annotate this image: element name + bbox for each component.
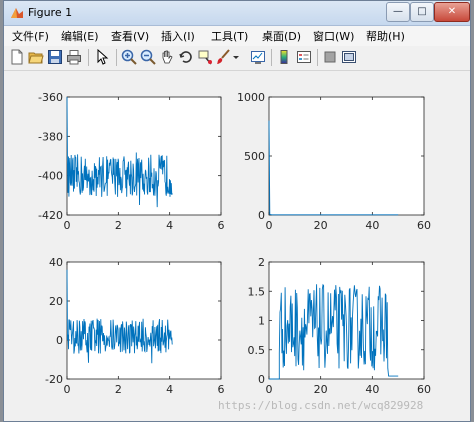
- toolbar-separator: [271, 49, 272, 66]
- x-tick-label: 0: [266, 383, 273, 396]
- y-tick-label: -20: [45, 373, 63, 386]
- zoom-out-icon[interactable]: [140, 49, 156, 65]
- x-tick-label: 40: [365, 219, 379, 232]
- new-figure-icon[interactable]: [9, 49, 25, 65]
- legend-icon[interactable]: [296, 49, 312, 65]
- menu-insert[interactable]: 插入(I): [161, 28, 195, 44]
- axes-box-top-left: [66, 96, 222, 216]
- zoom-in-icon[interactable]: [121, 49, 137, 65]
- x-tick-label: 0: [64, 383, 71, 396]
- x-tick-label: 2: [115, 219, 122, 232]
- rotate-3d-icon[interactable]: [178, 49, 194, 65]
- menu-help[interactable]: 帮助(H): [366, 28, 405, 44]
- menu-desktop[interactable]: 桌面(D): [262, 28, 301, 44]
- save-icon[interactable]: [47, 49, 63, 65]
- y-tick-label: 0: [56, 334, 63, 347]
- close-button[interactable]: ✕: [434, 2, 470, 22]
- brush-icon[interactable]: [216, 49, 232, 65]
- x-tick-label: 4: [166, 219, 173, 232]
- link-plot-icon[interactable]: [250, 49, 266, 65]
- y-tick-label: 2: [258, 256, 265, 269]
- y-tick-label: 0.5: [248, 344, 266, 357]
- y-tick-label: 1.5: [248, 285, 266, 298]
- x-tick-label: 4: [166, 383, 173, 396]
- x-tick-label: 20: [314, 219, 328, 232]
- menu-window[interactable]: 窗口(W): [313, 28, 354, 44]
- y-tick-label: 40: [49, 256, 63, 269]
- x-tick-label: 6: [218, 219, 225, 232]
- open-file-icon[interactable]: [28, 49, 44, 65]
- colorbar-icon[interactable]: [277, 49, 293, 65]
- y-tick-label: 1: [258, 315, 265, 328]
- maximize-button[interactable]: □: [410, 2, 434, 22]
- watermark-text: https://blog.csdn.net/wcq829928: [218, 399, 424, 412]
- matlab-figure-icon: [11, 8, 23, 18]
- pan-icon[interactable]: [159, 49, 175, 65]
- toolbar-separator: [317, 49, 318, 66]
- figure-canvas: 0 2 4 6 -360 -380 -400 -420 0 20 40 60 0 500 1000 0 2 4 6 4…: [4, 71, 470, 421]
- menu-bar: 文件(F) 编辑(E) 查看(V) 插入(I) 工具(T) 桌面(D) 窗口(W…: [4, 26, 470, 46]
- toolbar-separator: [116, 49, 117, 66]
- figure-window: Figure 1 — □ ✕ 文件(F) 编辑(E) 查看(V) 插入(I) 工…: [3, 0, 471, 422]
- x-tick-label: 0: [64, 219, 71, 232]
- menu-file[interactable]: 文件(F): [12, 28, 49, 44]
- y-tick-label: -360: [38, 91, 63, 104]
- pointer-icon[interactable]: [94, 49, 110, 65]
- y-tick-label: 20: [49, 295, 63, 308]
- menu-tools[interactable]: 工具(T): [211, 28, 248, 44]
- y-tick-label: -420: [38, 209, 63, 222]
- title-bar[interactable]: Figure 1 — □ ✕: [4, 1, 470, 26]
- y-tick-label: 0: [258, 209, 265, 222]
- y-tick-label: -400: [38, 170, 63, 183]
- subplots-canvas: 0 2 4 6-360-380-400-4200 20 40 60050010000 2 4 64…: [38, 91, 431, 396]
- hide-plot-tools-icon[interactable]: [322, 49, 338, 65]
- show-plot-tools-icon[interactable]: [341, 49, 357, 65]
- axes-box-top-right: [268, 96, 425, 216]
- x-tick-label: 60: [417, 219, 431, 232]
- y-tick-label: 1000: [237, 91, 265, 104]
- x-tick-label: 2: [115, 383, 122, 396]
- data-cursor-icon[interactable]: [197, 49, 213, 65]
- x-tick-label: 0: [266, 219, 273, 232]
- minimize-button[interactable]: —: [386, 2, 410, 22]
- y-tick-label: 0: [258, 373, 265, 386]
- y-tick-label: 500: [244, 150, 265, 163]
- window-title: Figure 1: [28, 6, 73, 19]
- menu-edit[interactable]: 编辑(E): [61, 28, 99, 44]
- x-tick-label: 6: [218, 383, 225, 396]
- axes-box-bottom-left: [66, 261, 222, 380]
- toolbar-separator: [88, 49, 89, 66]
- figure-toolbar: [4, 46, 470, 71]
- menu-view[interactable]: 查看(V): [111, 28, 149, 44]
- print-icon[interactable]: [66, 49, 82, 65]
- x-tick-label: 60: [417, 383, 431, 396]
- x-tick-label: 20: [314, 383, 328, 396]
- y-tick-label: -380: [38, 130, 63, 143]
- x-tick-label: 40: [365, 383, 379, 396]
- chevron-down-icon[interactable]: [232, 49, 240, 65]
